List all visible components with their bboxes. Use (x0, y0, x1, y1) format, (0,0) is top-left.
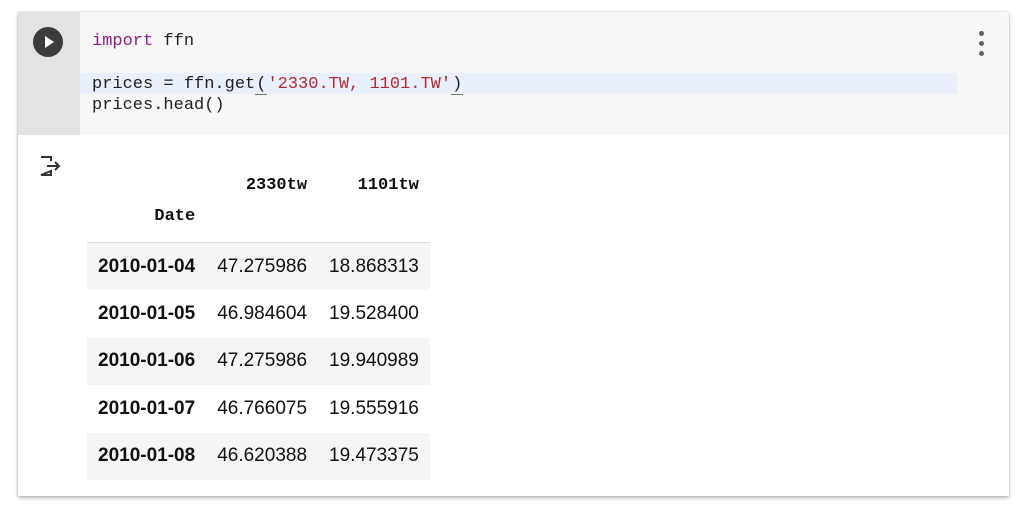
table-cell: 46.766075 (217, 397, 308, 419)
column-header: 1101tw (357, 176, 419, 195)
run-cell-button[interactable] (33, 27, 63, 57)
row-date: 2010-01-06 (98, 350, 196, 372)
table-cell: 46.620388 (217, 445, 308, 467)
table-cell: 47.275986 (217, 350, 308, 372)
index-name-blank (318, 207, 430, 243)
index-name: Date (87, 207, 207, 243)
row-date: 2010-01-04 (98, 255, 196, 277)
table-cell: 19.555916 (329, 397, 419, 419)
notebook-cell: import ffn prices = ffn.get('2330.TW, 11… (18, 12, 1009, 496)
code-line-3: prices.head() (92, 95, 463, 116)
table-row: 2010-01-07 46.766075 19.555916 (87, 385, 430, 433)
kebab-dot (979, 51, 984, 56)
table-cell: 47.275986 (217, 255, 308, 277)
code-token: prices.head() (92, 96, 225, 115)
index-name-blank (206, 207, 319, 243)
table-row: 2010-01-08 46.620388 19.473375 (87, 432, 430, 480)
code-line-2: prices = ffn.get('2330.TW, 1101.TW') (92, 74, 464, 95)
paren-open: ( (255, 75, 268, 95)
index-header-blank (87, 135, 206, 207)
dataframe-table: 2330tw 1101tw Date 2010-01-04 47.275986 … (87, 135, 430, 480)
row-date: 2010-01-05 (98, 302, 196, 324)
cell-gutter (18, 12, 80, 135)
code-token: ffn (153, 32, 195, 51)
table-row: 2010-01-04 47.275986 18.868313 (87, 242, 430, 290)
table-cell: 46.984604 (217, 302, 308, 324)
string-token: '2330.TW, 1101.TW' (267, 75, 452, 94)
more-vert-icon[interactable] (976, 31, 986, 57)
code-line-1: import ffn (92, 31, 463, 52)
table-cell: 19.528400 (329, 302, 419, 324)
code-text[interactable]: import ffn prices = ffn.get('2330.TW, 11… (92, 31, 464, 116)
row-date: 2010-01-07 (98, 397, 196, 419)
table-cell: 19.473375 (329, 445, 419, 467)
paren-close: ) (451, 75, 464, 95)
code-token: prices = ffn.get (92, 75, 256, 94)
column-header: 2330tw (245, 176, 308, 195)
table-cell: 19.940989 (329, 350, 419, 372)
kebab-dot (979, 31, 984, 36)
index-name-row: Date (87, 207, 430, 243)
output-area: 2330tw 1101tw Date 2010-01-04 47.275986 … (18, 135, 1009, 496)
keyword-token: import (92, 32, 154, 51)
table-row: 2010-01-06 47.275986 19.940989 (87, 337, 430, 385)
table-cell: 18.868313 (329, 255, 419, 277)
row-date: 2010-01-08 (98, 445, 196, 467)
table-header-row: 2330tw 1101tw (87, 135, 430, 207)
table-row: 2010-01-05 46.984604 19.528400 (87, 290, 430, 338)
code-editor[interactable]: import ffn prices = ffn.get('2330.TW, 11… (80, 12, 1009, 135)
output-arrow-icon[interactable] (39, 155, 61, 177)
kebab-dot (979, 41, 984, 46)
code-cell: import ffn prices = ffn.get('2330.TW, 11… (18, 12, 1009, 135)
